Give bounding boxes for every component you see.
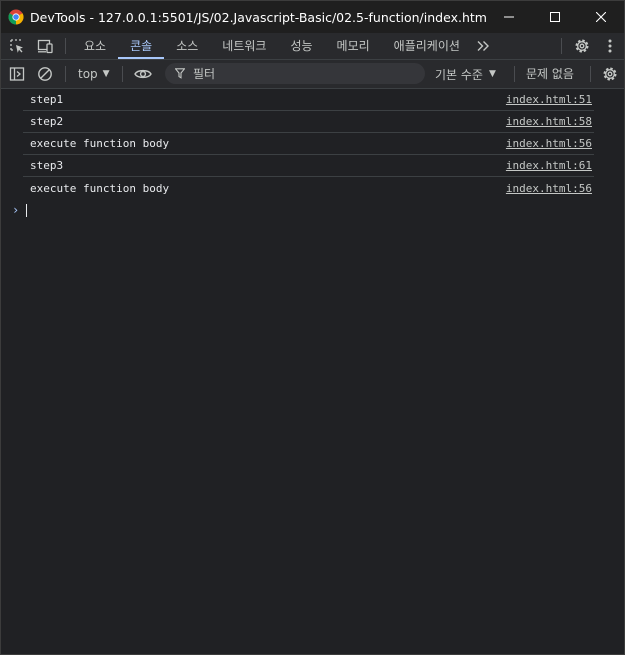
filter-input[interactable]: [191, 65, 395, 82]
console-output: step1 index.html:51 step2 index.html:58 …: [1, 89, 624, 221]
console-prompt[interactable]: ›: [1, 199, 624, 221]
message-text: execute function body: [30, 137, 170, 150]
source-link[interactable]: index.html:58: [506, 115, 592, 128]
message-text: step3: [30, 159, 64, 172]
message-text: execute function body: [30, 181, 170, 195]
console-message: step2 index.html:58: [23, 111, 594, 133]
divider: [121, 66, 123, 82]
clear-console-icon[interactable]: [31, 61, 59, 87]
issues-counter[interactable]: 문제 없음: [526, 60, 574, 88]
title-bar: DevTools - 127.0.0.1:5501/JS/02.Javascri…: [1, 1, 624, 33]
kebab-menu-icon[interactable]: [596, 33, 624, 59]
context-label: top: [78, 67, 98, 81]
tab-sources[interactable]: 소스: [164, 33, 210, 59]
tab-application[interactable]: 애플리케이션: [382, 33, 472, 59]
message-text: step1: [30, 93, 64, 106]
sidebar-toggle-icon[interactable]: [3, 61, 31, 87]
divider: [590, 66, 591, 82]
console-settings-gear-icon[interactable]: [596, 60, 624, 88]
filter-box[interactable]: [165, 63, 425, 84]
chrome-logo-icon: [8, 9, 24, 25]
log-level-label: 기본 수준: [435, 67, 483, 82]
tab-memory[interactable]: 메모리: [325, 33, 382, 59]
tab-performance[interactable]: 성능: [278, 33, 324, 59]
more-tabs-icon[interactable]: [472, 33, 494, 59]
tab-network[interactable]: 네트워크: [210, 33, 278, 59]
chevron-down-icon: ▼: [102, 69, 110, 79]
chevron-down-icon: ▼: [488, 69, 496, 79]
context-selector[interactable]: top ▼: [72, 63, 116, 85]
divider: [514, 66, 515, 82]
panel-tab-bar: 요소 콘솔 소스 네트워크 성능 메모리 애플리케이션: [1, 33, 624, 60]
tab-console[interactable]: 콘솔: [118, 33, 165, 59]
console-message: step3 index.html:61: [23, 155, 594, 177]
tab-elements[interactable]: 요소: [72, 33, 118, 59]
console-message: step1 index.html:51: [23, 89, 594, 111]
device-toolbar-icon[interactable]: [31, 33, 59, 59]
eye-icon[interactable]: [129, 61, 157, 87]
divider: [65, 38, 66, 54]
window-controls: [486, 1, 624, 33]
minimize-button[interactable]: [486, 1, 532, 33]
console-toolbar: top ▼ 기본 수준 ▼ 문제 없음: [1, 60, 624, 89]
filter-funnel-icon: [175, 68, 185, 79]
message-text: step2: [30, 115, 64, 128]
source-link[interactable]: index.html:51: [506, 93, 592, 106]
tab-bar-actions: [555, 33, 624, 59]
devtools-window: DevTools - 127.0.0.1:5501/JS/02.Javascri…: [0, 0, 625, 655]
maximize-button[interactable]: [532, 1, 578, 33]
source-link[interactable]: index.html:56: [506, 182, 592, 195]
console-message: execute function body index.html:56: [23, 133, 594, 155]
console-message: execute function body index.html:56: [23, 177, 594, 199]
source-link[interactable]: index.html:61: [506, 159, 592, 172]
log-level-selector[interactable]: 기본 수준 ▼: [435, 60, 496, 88]
text-cursor: [26, 203, 27, 217]
window-title: DevTools - 127.0.0.1:5501/JS/02.Javascri…: [30, 9, 486, 25]
settings-gear-icon[interactable]: [568, 33, 596, 59]
inspect-element-icon[interactable]: [3, 33, 31, 59]
source-link[interactable]: index.html:56: [506, 137, 592, 150]
prompt-chevron-icon: ›: [12, 203, 20, 217]
divider: [65, 66, 66, 82]
close-button[interactable]: [578, 1, 624, 33]
divider: [561, 38, 562, 54]
